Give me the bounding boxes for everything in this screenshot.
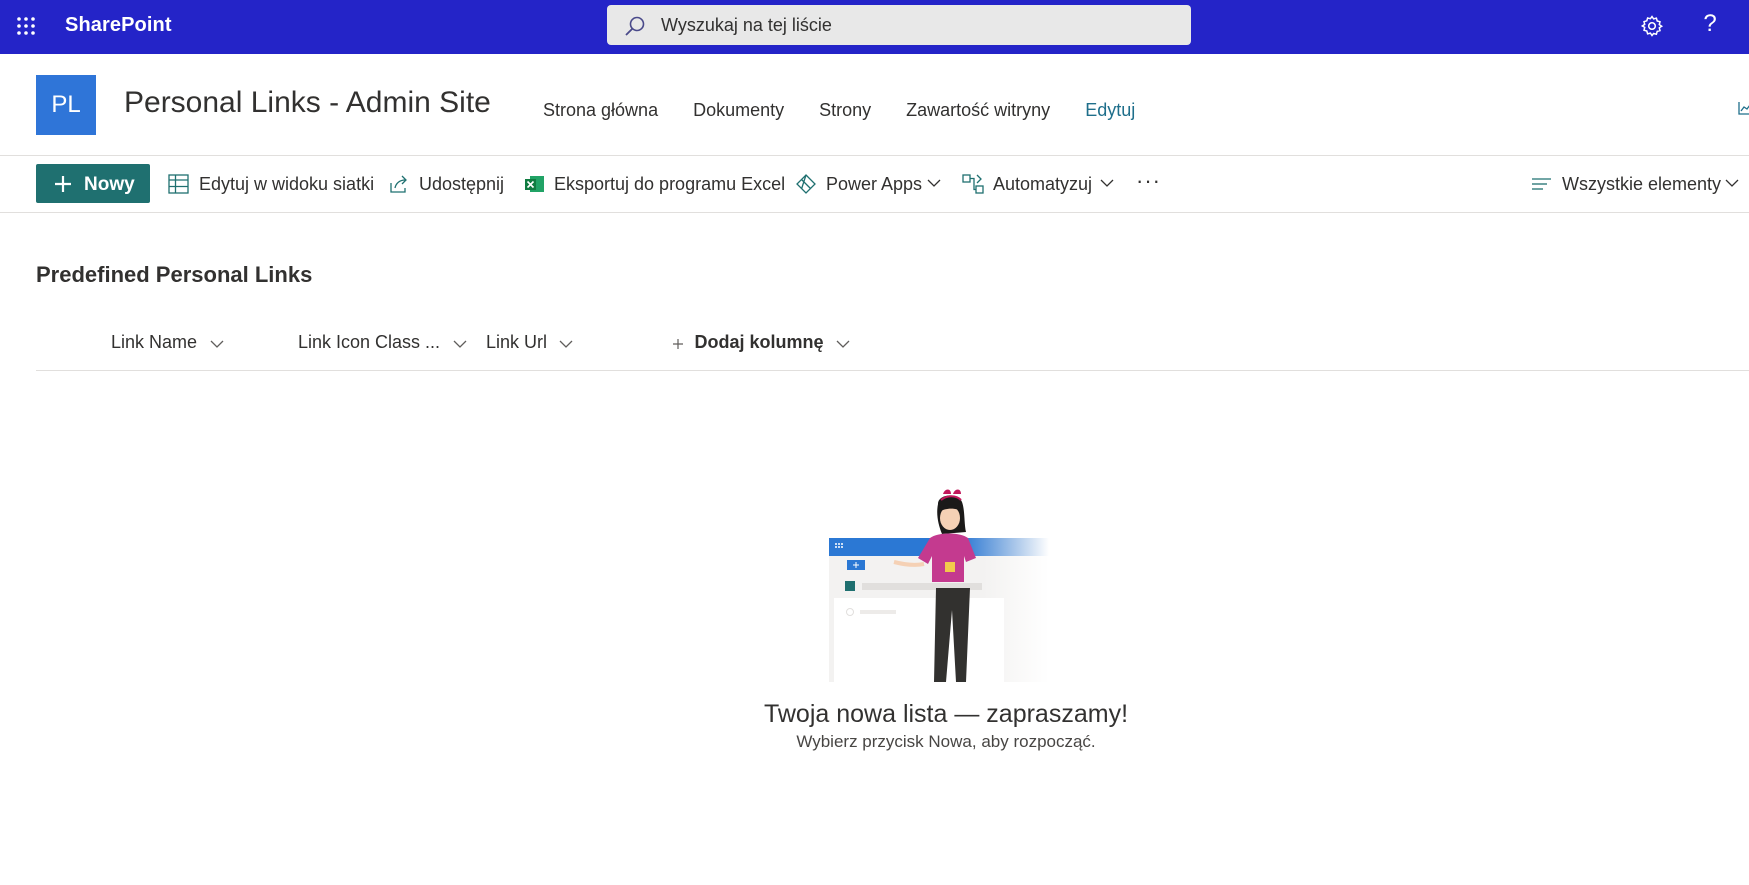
gear-icon[interactable] — [1640, 14, 1664, 38]
nav-home[interactable]: Strona główna — [543, 100, 658, 121]
suite-bar: SharePoint ? — [0, 0, 1749, 54]
search-input[interactable] — [661, 5, 1171, 45]
view-list-icon — [1532, 178, 1551, 190]
site-title[interactable]: Personal Links - Admin Site — [124, 86, 491, 120]
share-icon — [390, 175, 407, 193]
add-column-button[interactable]: Dodaj kolumnę — [672, 332, 850, 356]
app-launcher-icon[interactable] — [16, 16, 36, 36]
column-label: Link Url — [486, 332, 548, 352]
power-apps-icon — [796, 174, 816, 194]
list-title: Predefined Personal Links — [36, 262, 313, 287]
automate-menu[interactable]: Automatyzuj — [962, 164, 1117, 203]
nav-documents[interactable]: Dokumenty — [693, 100, 784, 121]
empty-list-illustration — [829, 489, 1049, 682]
column-header-link-name[interactable]: Link Name — [111, 332, 224, 356]
power-apps-menu[interactable]: Power Apps — [795, 164, 945, 203]
app-brand[interactable]: SharePoint — [65, 14, 172, 37]
empty-state-subtitle: Wybierz przycisk Nowa, aby rozpocząć. — [796, 732, 1096, 751]
more-icon: ··· — [1136, 168, 1161, 193]
help-icon[interactable]: ? — [1698, 10, 1722, 40]
view-switcher[interactable]: Wszystkie elementy — [1531, 164, 1749, 203]
column-header-link-icon-class[interactable]: Link Icon Class ... — [298, 332, 467, 356]
new-item-button[interactable]: Nowy — [36, 164, 150, 203]
chevron-down-icon — [210, 340, 223, 348]
search-icon — [625, 16, 645, 36]
view-label: Wszystkie elementy — [1562, 174, 1722, 194]
chevron-down-icon — [560, 340, 573, 348]
site-logo[interactable]: PL — [36, 75, 96, 135]
command-bar: Nowy Edytuj w widoku siatki Udostępnij E… — [0, 156, 1749, 212]
chevron-down-icon — [453, 340, 466, 348]
empty-state-title: Twoja nowa lista — zapraszamy! — [763, 700, 1129, 728]
edit-grid-view-button[interactable]: Edytuj w widoku siatki — [168, 164, 375, 203]
chevron-down-icon — [1725, 179, 1739, 187]
plus-icon — [673, 338, 683, 349]
commandbar-divider — [0, 212, 1749, 213]
nav-site-contents[interactable]: Zawartość witryny — [906, 100, 1050, 121]
add-column-label: Dodaj kolumnę — [694, 332, 824, 352]
column-header-divider — [36, 370, 1749, 371]
export-excel-button[interactable]: Eksportuj do programu Excel — [524, 164, 785, 203]
export-label: Eksportuj do programu Excel — [554, 174, 786, 194]
excel-icon — [525, 176, 544, 192]
share-button[interactable]: Udostępnij — [388, 164, 506, 203]
nav-pages[interactable]: Strony — [819, 100, 871, 121]
column-header-link-url[interactable]: Link Url — [486, 332, 573, 356]
search-box[interactable] — [607, 5, 1191, 45]
more-commands-button[interactable]: ··· — [1136, 164, 1166, 203]
column-label: Link Icon Class ... — [298, 332, 441, 352]
column-label: Link Name — [111, 332, 198, 352]
plus-icon — [55, 176, 71, 192]
site-navigation: Strona główna Dokumenty Strony Zawartość… — [543, 100, 1170, 121]
share-label: Udostępnij — [419, 174, 505, 194]
edit-grid-label: Edytuj w widoku siatki — [199, 174, 375, 194]
power-apps-label: Power Apps — [826, 174, 923, 194]
site-activity-icon[interactable] — [1737, 100, 1749, 116]
chevron-down-icon — [836, 340, 850, 348]
chevron-down-icon — [1100, 179, 1114, 187]
chevron-down-icon — [927, 179, 941, 187]
grid-icon — [168, 174, 189, 194]
nav-edit-link[interactable]: Edytuj — [1085, 100, 1135, 121]
new-button-label: Nowy — [84, 174, 135, 195]
automate-icon — [962, 174, 984, 194]
automate-label: Automatyzuj — [993, 174, 1093, 194]
